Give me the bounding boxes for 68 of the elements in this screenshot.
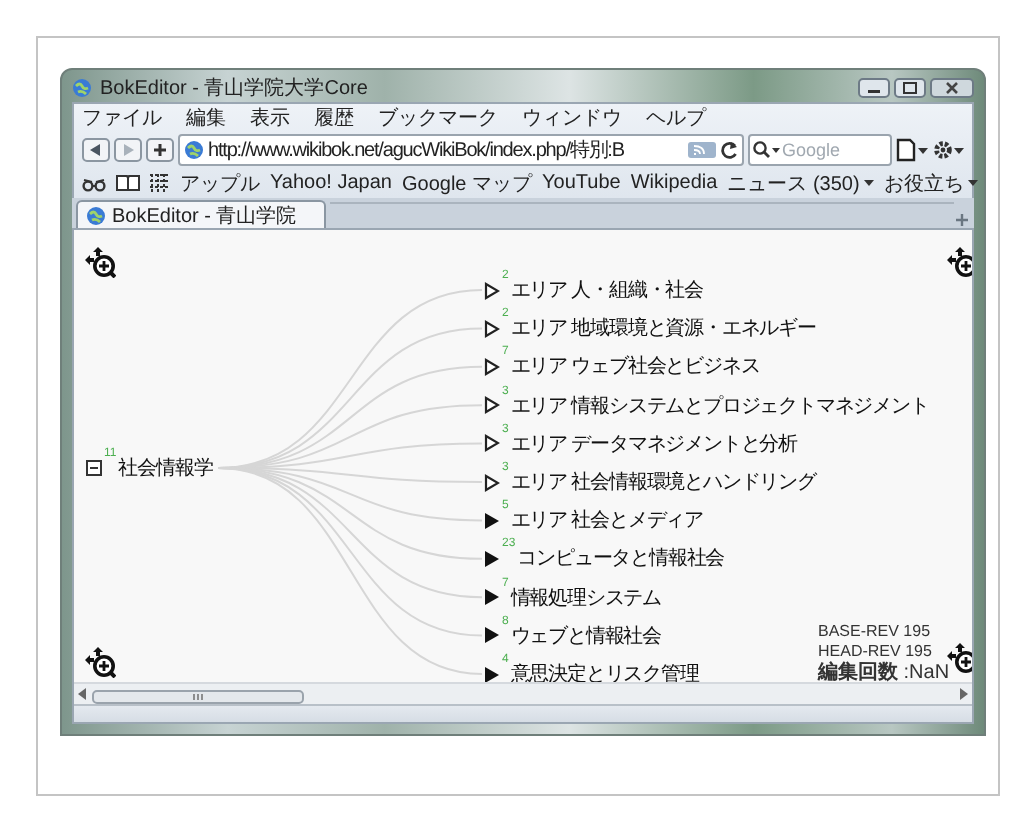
back-button[interactable] — [82, 138, 110, 162]
hollow-triangle-icon[interactable] — [484, 319, 500, 338]
bookmark-link[interactable]: Yahoo! Japan — [270, 172, 392, 194]
node-label[interactable]: 社会情報学 — [118, 454, 213, 482]
node-label[interactable]: エリア 社会情報環境とハンドリング — [510, 468, 816, 496]
revision-text: HEAD-REV 195 — [818, 642, 934, 661]
bookmark-link[interactable]: アップル — [180, 169, 260, 197]
pan-zoom-icon[interactable] — [946, 246, 972, 278]
hollow-triangle-icon[interactable] — [484, 473, 500, 491]
node-label[interactable]: コンピュータと情報社会 — [517, 544, 725, 573]
scrollbar-thumb[interactable] — [92, 689, 304, 703]
address-field[interactable]: http://www.wikibok.net/agucWikiBok/index.php/特別:B — [178, 134, 744, 166]
close-button[interactable] — [930, 78, 974, 98]
node-label[interactable]: エリア 社会とメディア — [510, 506, 704, 535]
scroll-right-icon[interactable] — [958, 688, 968, 700]
menu-item[interactable]: 編集 — [186, 104, 226, 132]
book-icon[interactable] — [116, 174, 140, 192]
collapse-icon[interactable] — [86, 460, 102, 476]
globe-icon — [72, 78, 92, 98]
maximize-button[interactable] — [894, 78, 926, 98]
menu-item[interactable]: 履歴 — [314, 104, 354, 132]
glasses-icon[interactable] — [82, 175, 106, 191]
grid-icon[interactable] — [150, 174, 170, 192]
menu-item[interactable]: ブックマーク — [378, 104, 498, 132]
browser-tab[interactable]: BokEditor - 青山学院 — [76, 200, 327, 228]
page-icon[interactable] — [896, 138, 928, 162]
node-label[interactable]: エリア 人・組織・社会 — [510, 276, 704, 304]
node-label[interactable]: ウェブと情報社会 — [510, 621, 662, 650]
reload-icon[interactable] — [720, 140, 738, 160]
menu-item[interactable]: ウィンドウ — [522, 104, 622, 132]
rss-icon — [688, 142, 716, 158]
new-tab-icon[interactable] — [954, 212, 970, 228]
pan-zoom-icon[interactable] — [946, 642, 972, 674]
node-label[interactable]: エリア 地域環境と資源・エネルギー — [510, 314, 816, 343]
pan-zoom-icon[interactable] — [84, 646, 116, 678]
filled-triangle-icon[interactable] — [484, 549, 500, 568]
hollow-triangle-icon[interactable] — [484, 434, 500, 453]
bookmark-link[interactable]: お役立ち — [883, 169, 978, 197]
node-label[interactable]: エリア ウェブ社会とビジネス — [510, 352, 760, 381]
bookmark-link[interactable]: YouTube — [542, 172, 621, 194]
menu-item[interactable]: ファイル — [82, 104, 162, 132]
window-title: BokEditor - 青山学院大学Core — [100, 75, 370, 102]
menu-item[interactable]: ヘルプ — [646, 104, 706, 132]
globe-icon — [86, 205, 106, 225]
node-label[interactable]: エリア 情報システムとプロジェクトマネジメント — [510, 391, 929, 420]
bookmark-link[interactable]: Google マップ — [401, 169, 533, 197]
revision-text: BASE-REV 195 — [818, 622, 933, 642]
hollow-triangle-icon[interactable] — [484, 281, 500, 299]
hollow-triangle-icon[interactable] — [484, 396, 500, 415]
menu-item[interactable]: 表示 — [250, 104, 290, 132]
plus-button[interactable] — [146, 138, 174, 162]
hollow-triangle-icon[interactable] — [484, 357, 500, 376]
bookmark-link[interactable]: Wikipedia — [630, 172, 718, 194]
filled-triangle-icon[interactable] — [484, 588, 500, 607]
globe-icon — [184, 140, 204, 160]
pan-zoom-icon[interactable] — [84, 246, 116, 278]
filled-triangle-icon[interactable] — [484, 511, 500, 530]
bookmark-link[interactable]: ニュース (350) — [727, 169, 874, 197]
filled-triangle-icon[interactable] — [484, 665, 500, 682]
node-label[interactable]: エリア データマネジメントと分析 — [510, 429, 798, 458]
search-field[interactable]: Google — [748, 134, 892, 166]
settings-icon[interactable] — [932, 138, 964, 162]
scroll-left-icon[interactable] — [78, 688, 88, 700]
minimize-button[interactable] — [858, 78, 890, 98]
search-icon[interactable] — [752, 140, 780, 160]
node-label[interactable]: 情報処理システム — [510, 583, 662, 612]
filled-triangle-icon[interactable] — [484, 626, 500, 645]
edit-count-text: 編集回数 :NaN — [818, 662, 950, 682]
